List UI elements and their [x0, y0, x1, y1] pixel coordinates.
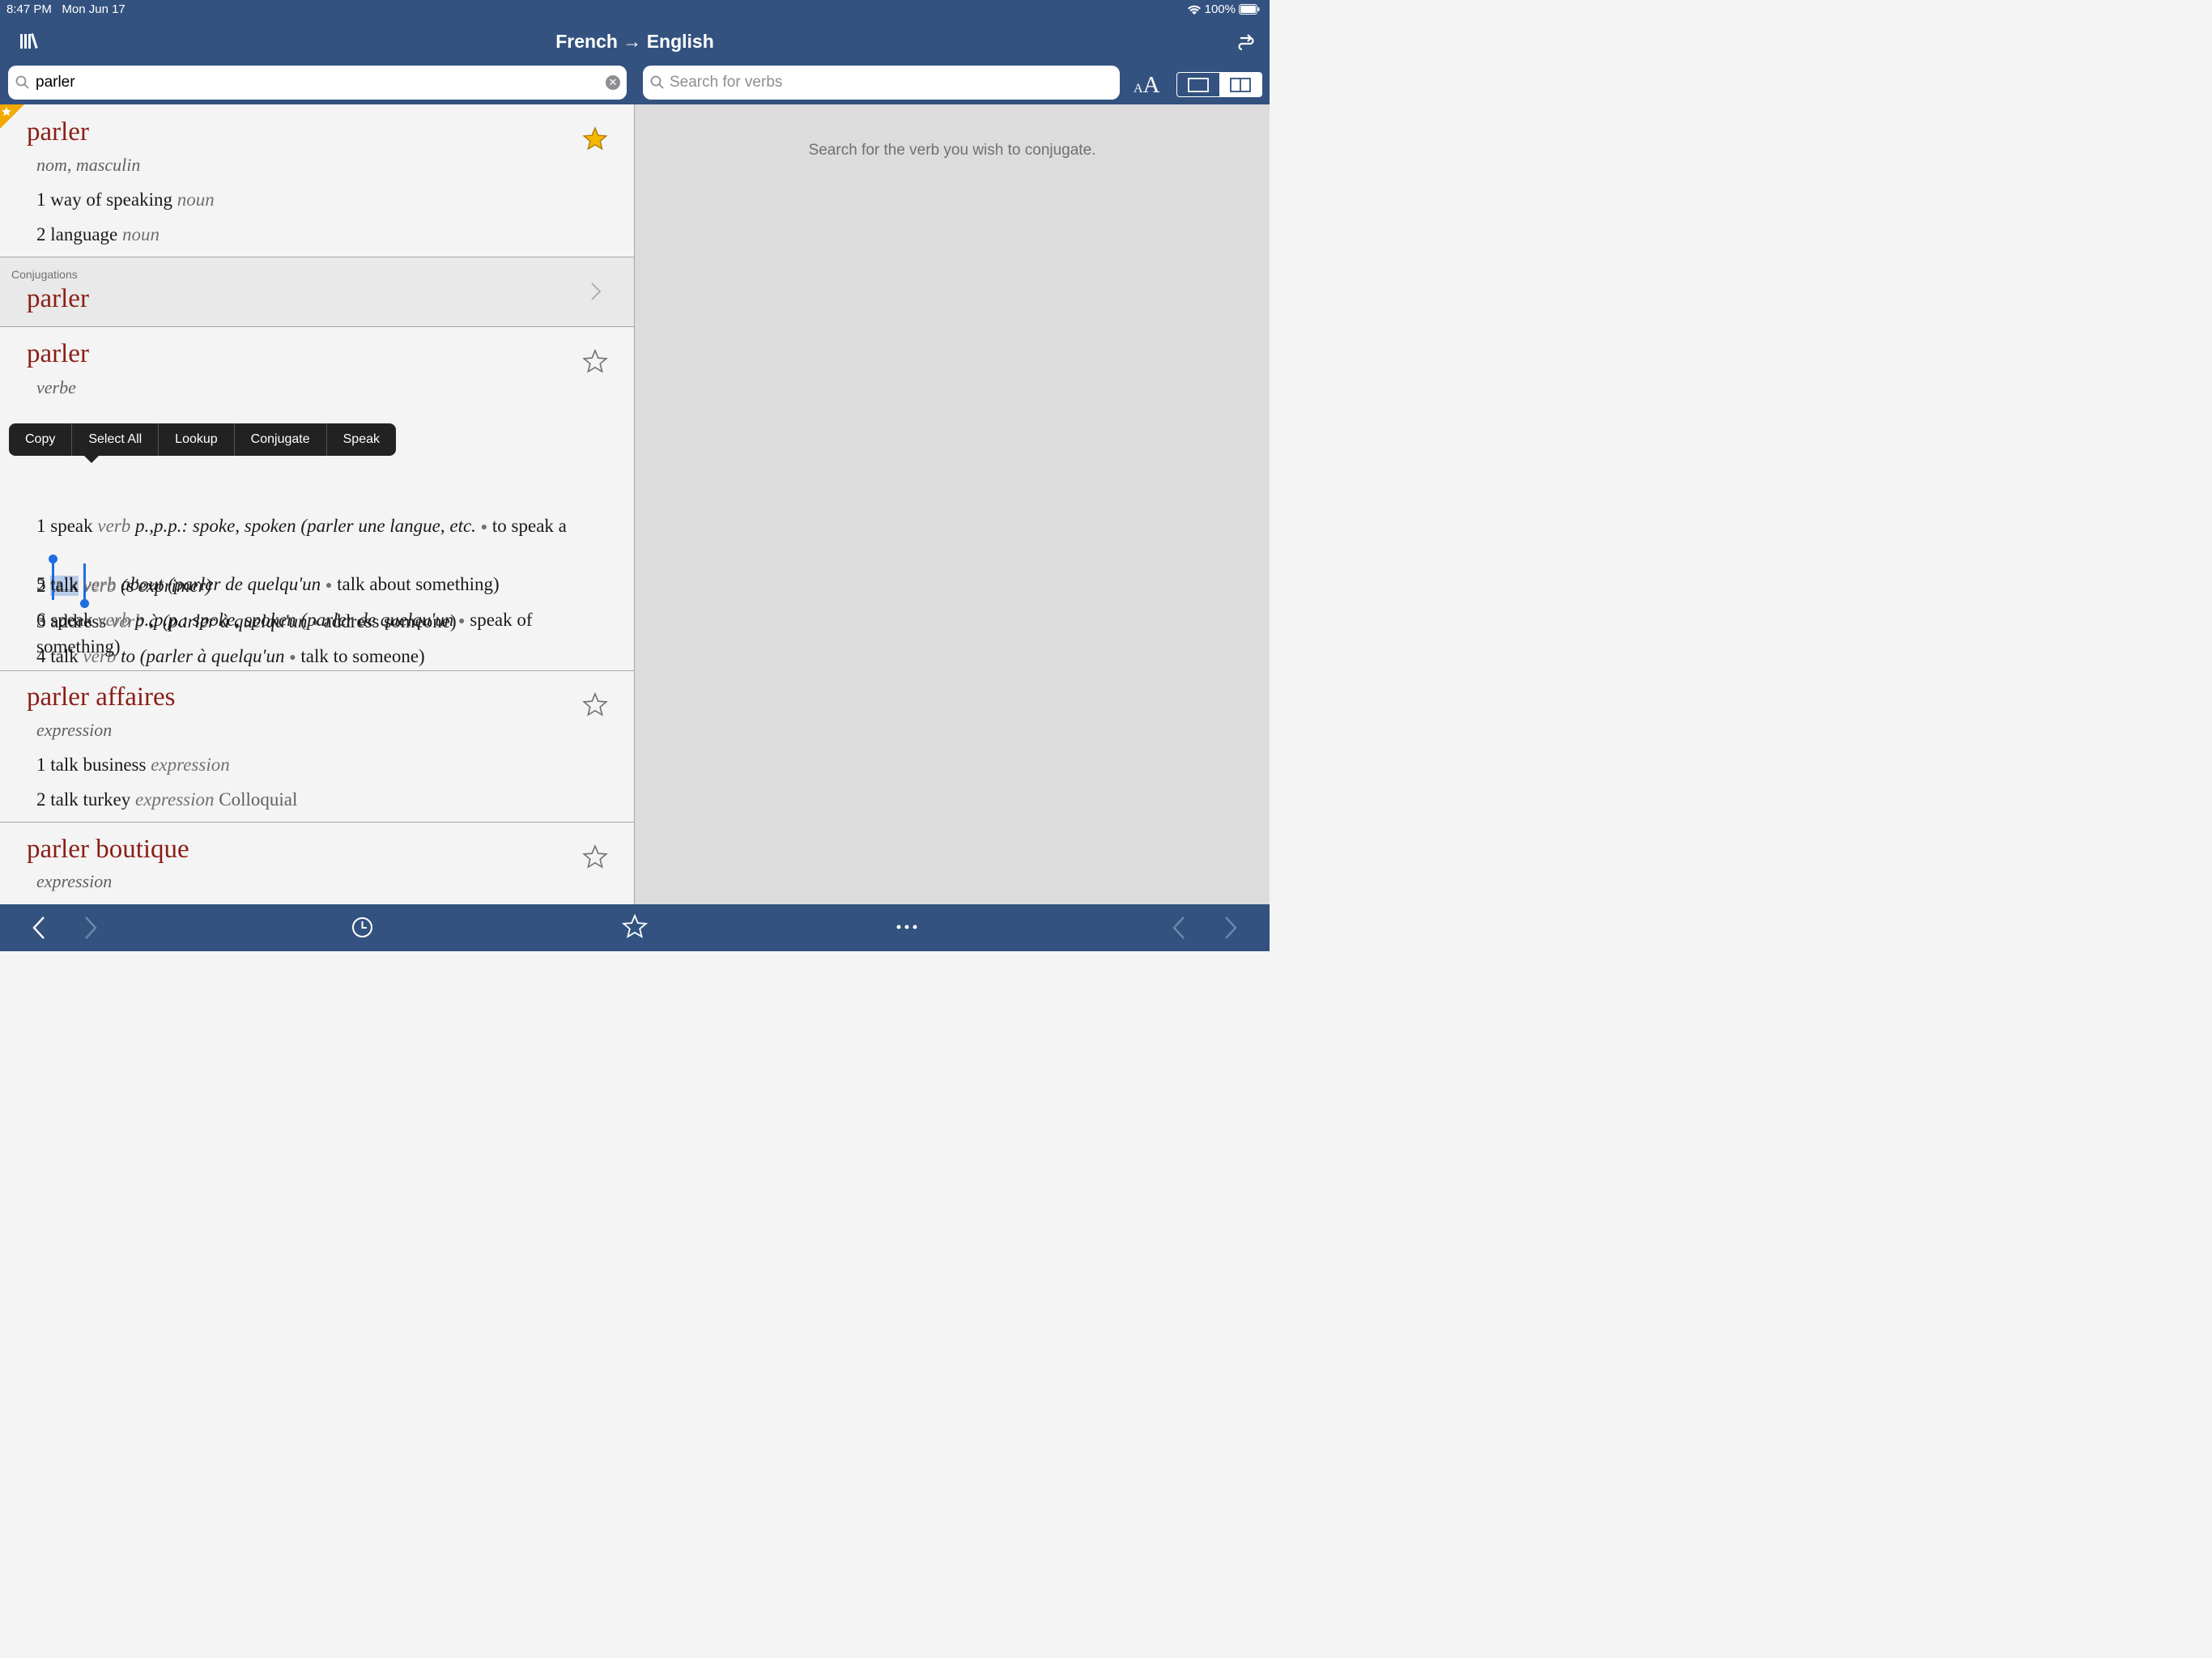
- sense-line: 2 talk turkey expression Colloquial: [36, 789, 298, 810]
- menu-item-lookup[interactable]: Lookup: [159, 423, 235, 456]
- sense-line: 1 way of speaking noun: [36, 189, 215, 210]
- menu-item-select-all[interactable]: Select All: [72, 423, 160, 456]
- entry-pos: expression: [36, 720, 113, 740]
- context-menu-arrow: [84, 456, 99, 463]
- search-icon: [15, 75, 29, 89]
- text-size-button[interactable]: AA: [1134, 72, 1160, 99]
- conjugations-label: Conjugations: [11, 268, 78, 281]
- verb-search[interactable]: [643, 66, 1120, 100]
- next-icon[interactable]: [1223, 916, 1239, 940]
- star-icon[interactable]: [582, 126, 608, 152]
- split-pane-option[interactable]: [1219, 73, 1261, 96]
- menu-item-copy[interactable]: Copy: [9, 423, 73, 456]
- favorites-icon[interactable]: [622, 914, 648, 940]
- entry-pos: expression: [36, 871, 113, 891]
- swap-direction-icon[interactable]: [1237, 32, 1255, 54]
- sense-line: 5 talk verb about (parler de quelqu'un ●…: [36, 574, 500, 594]
- sense-line: 1 speak verb p.,p.p.: spoke, spoken (par…: [36, 516, 567, 536]
- search-icon: [650, 75, 664, 89]
- conjugations-row[interactable]: Conjugations parler: [0, 257, 634, 327]
- result-entry[interactable]: parler boutique expression: [0, 823, 634, 904]
- top-bar: 8:47 PM Mon Jun 17 100% French → English…: [0, 0, 1270, 104]
- forward-icon[interactable]: [83, 916, 99, 940]
- single-pane-option[interactable]: [1177, 73, 1219, 96]
- result-entry[interactable]: parler nom, masculin 1 way of speaking n…: [0, 104, 634, 257]
- conjugations-verb: parler: [27, 284, 89, 313]
- verb-search-input[interactable]: [670, 73, 1107, 92]
- sense-line: 6 speak verb p.,p.p.: spoke, spoken (par…: [36, 610, 533, 657]
- entry-pos: verbe: [36, 377, 76, 397]
- page-title: French → English: [555, 31, 714, 52]
- star-icon[interactable]: [582, 349, 608, 375]
- sense-line: 1 talk business expression: [36, 755, 230, 775]
- menu-item-conjugate[interactable]: Conjugate: [235, 423, 327, 456]
- sense-line: 2 language noun: [36, 224, 160, 244]
- entry-pos: nom, masculin: [36, 155, 141, 175]
- search-input[interactable]: [36, 73, 586, 92]
- star-icon[interactable]: [582, 844, 608, 870]
- prev-icon[interactable]: [1171, 916, 1187, 940]
- chevron-right-icon: [591, 283, 602, 300]
- wifi-icon: [1187, 5, 1201, 15]
- battery-icon: [1239, 4, 1260, 15]
- battery-percent: 100%: [1204, 2, 1236, 16]
- clear-icon[interactable]: ✕: [606, 75, 620, 90]
- selection-start-knob[interactable]: [49, 555, 57, 563]
- split-pane-icon: [1230, 77, 1251, 92]
- status-right: 100%: [1187, 2, 1260, 16]
- entry-headword: parler: [27, 117, 89, 147]
- layout-toggle[interactable]: [1176, 72, 1262, 97]
- context-menu: Copy Select All Lookup Conjugate Speak: [9, 423, 396, 456]
- status-time: 8:47 PM Mon Jun 17: [6, 2, 125, 16]
- dictionary-search[interactable]: ✕: [8, 66, 627, 100]
- entry-headword: parler boutique: [27, 835, 189, 864]
- favorite-corner-icon: [0, 104, 24, 129]
- single-pane-icon: [1188, 77, 1209, 92]
- menu-item-speak[interactable]: Speak: [327, 423, 396, 456]
- entry-headword: parler affaires: [27, 682, 176, 712]
- conjugation-pane: Search for the verb you wish to conjugat…: [635, 104, 1270, 904]
- entry-headword: parler: [27, 339, 89, 368]
- star-icon[interactable]: [582, 692, 608, 718]
- history-icon[interactable]: [351, 916, 373, 938]
- more-icon[interactable]: [895, 924, 918, 930]
- conjugation-hint: Search for the verb you wish to conjugat…: [808, 142, 1096, 159]
- result-entry[interactable]: parler affaires expression 1 talk busine…: [0, 670, 634, 823]
- back-icon[interactable]: [31, 916, 47, 940]
- results-pane: parler nom, masculin 1 way of speaking n…: [0, 104, 634, 904]
- bottom-toolbar: [0, 904, 1270, 951]
